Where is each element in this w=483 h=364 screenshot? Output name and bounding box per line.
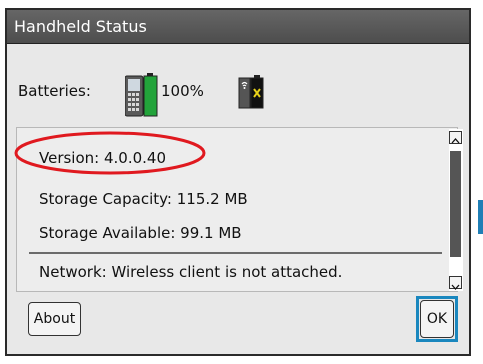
dialog-titlebar: Handheld Status	[7, 10, 469, 44]
batteries-row: Batteries: 100%	[7, 44, 469, 130]
storage-available-row: Storage Available: 99.1 MB	[39, 224, 242, 242]
scroll-down-button[interactable]	[449, 276, 462, 290]
chevron-down-icon	[451, 284, 460, 290]
about-button[interactable]: About	[28, 302, 81, 336]
wireless-adapter-battery-icon	[238, 75, 264, 113]
handheld-status-dialog: Handheld Status Batteries: 100% Version:…	[5, 8, 471, 356]
ok-button[interactable]: OK	[420, 300, 454, 338]
storage-capacity-row: Storage Capacity: 115.2 MB	[39, 190, 248, 208]
chevron-up-icon	[451, 138, 460, 144]
background-edge	[473, 0, 483, 364]
battery-percent: 100%	[161, 82, 204, 100]
dialog-title: Handheld Status	[14, 17, 147, 36]
background-accent	[478, 200, 483, 234]
vertical-scrollbar[interactable]	[449, 129, 463, 291]
handheld-battery-icon	[124, 73, 159, 121]
scroll-thumb[interactable]	[450, 151, 461, 257]
network-row: Network: Wireless client is not attached…	[39, 263, 343, 281]
batteries-label: Batteries:	[18, 82, 91, 100]
highlight-ellipse	[14, 131, 206, 175]
row-divider	[29, 252, 442, 254]
scroll-up-button[interactable]	[449, 131, 462, 144]
